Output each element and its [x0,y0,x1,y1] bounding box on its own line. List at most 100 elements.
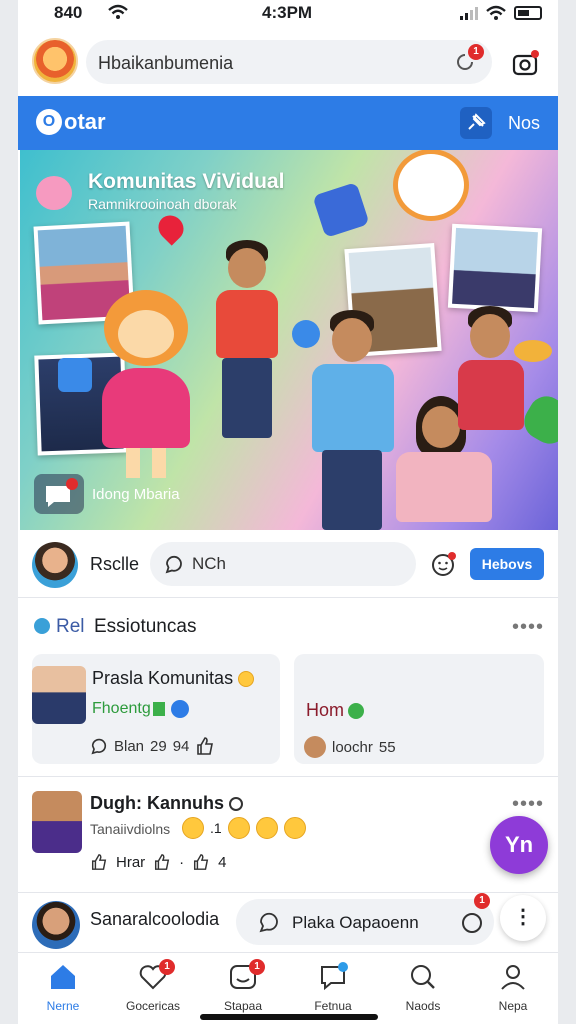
tab-label: Gocericas [125,999,181,1013]
mascot-character [98,290,194,486]
sun-sticker-icon [398,154,464,216]
status-time: 4:3PM [262,3,313,22]
hero-subtitle: Ramnikrooinoah dborak [88,196,237,212]
notification-badge: 1 [468,44,484,60]
post-reactions: .1 [182,817,306,839]
post-author: Sanaralcoolodia [90,909,220,929]
tab-home[interactable]: Nerne [18,961,108,1013]
like-outline-icon[interactable] [192,853,210,871]
bubble-icon [292,320,320,348]
section-header: Rel Essiotuncas •••• [18,604,558,648]
card-subtitle: Fhoentg [92,700,189,718]
tab-search[interactable]: Naods [378,961,468,1013]
feed-post[interactable]: Sanaralcoolodia Plaka Oapaoenn 1 ⋮ [18,892,558,952]
like-icon[interactable] [195,736,215,756]
hero-chat-icon[interactable] [34,474,84,514]
home-indicator[interactable] [200,1014,378,1020]
post-actions: Hrar · 4 [90,853,227,871]
search-icon [407,961,439,993]
logo-mark: O [36,109,62,135]
verified-icon [170,700,189,718]
tab-label: Naods [405,999,441,1013]
smile-box-icon: 1 [227,959,265,993]
heart-icon [153,210,189,246]
post-more-icon[interactable]: •••• [512,793,544,816]
tab-label: Stapaa [223,999,263,1013]
status-icons [460,5,542,21]
comment-icon [259,912,278,933]
section-prefix: Rel [56,616,85,637]
card-title: Prasla Komunitas [92,668,255,689]
post-avatar[interactable] [32,901,80,949]
composer-name: Rsclle [90,554,140,574]
online-indicator-icon [348,703,365,720]
status-bar: 840 4:3PM [18,0,558,28]
chat-bubble-icon [165,555,182,574]
emoji-reaction-icon [227,817,250,839]
wifi-icon [108,4,128,19]
heart-chat-icon: 1 [137,959,175,993]
battery-icon [514,6,542,20]
like-outline-icon[interactable] [153,853,171,871]
like-icon[interactable] [90,853,108,871]
globe-icon [34,618,50,634]
composer-submit-button[interactable]: Hebovs [470,548,544,580]
tab-label: Nepa [498,999,528,1013]
pig-sticker-icon [36,176,72,210]
emoji-icon[interactable] [460,909,486,935]
emoji-icon[interactable] [430,550,458,578]
tab-communities[interactable]: 1 Gocericas [108,959,198,1013]
tab-label: Fetnua [314,999,352,1013]
post-author: Dugh: Kannuhs [90,793,243,814]
kid-figure [212,240,282,450]
card-title: Hom [306,700,365,721]
emoji-reaction-icon [283,817,306,839]
post-subtitle: Tanaiivdiolns [90,821,171,837]
tab-messages[interactable]: Fetnua [288,961,378,1013]
profile-avatar[interactable] [32,38,78,84]
overflow-menu-button[interactable]: ⋮ [500,895,546,941]
search-text: Hbaikanbumenia [98,53,234,73]
community-card[interactable]: Hom loochr 55 [294,654,544,764]
hero-title: Komunitas ViVidual [88,170,285,193]
camera-icon[interactable] [510,48,540,78]
pin-icon [468,113,486,130]
tag-icon [152,702,165,716]
app-logo[interactable]: O otar [36,109,106,135]
post-avatar[interactable] [32,791,82,853]
tab-label: Nerne [46,999,80,1013]
reply-placeholder: Plaka Oapaoenn [292,913,419,932]
hero-banner[interactable]: Komunitas ViVidual Ramnikrooinoah dborak [20,150,558,530]
post-composer: Rsclle NCh Hebovs [18,530,558,598]
card-avatar [32,666,86,724]
feed-post[interactable]: Dugh: Kannuhs Tanaiivdiolns .1 Hrar · 4 … [18,776,558,886]
hero-footer-text: Idong Mbaria [92,486,180,503]
status-time-left: 840 [54,3,83,22]
comment-icon[interactable] [90,737,108,755]
tab-stories[interactable]: 1 Stapaa [198,959,288,1013]
reply-input[interactable]: Plaka Oapaoenn 1 [236,893,494,945]
brand-bar-label[interactable]: Nos [508,113,540,134]
card-meta: loochr 55 [304,736,396,758]
brand-bar: O otar Nos [18,96,558,150]
composer-avatar[interactable] [32,542,78,588]
composer-placeholder: NCh [192,554,227,573]
top-search-row: Hbaikanbumenia 1 [18,36,558,92]
community-card[interactable]: Prasla Komunitas Fhoentg Blan 29 94 [32,654,280,764]
notification-badge: 1 [474,893,490,909]
search-bar[interactable]: Hbaikanbumenia 1 [86,40,492,84]
more-options-icon[interactable]: •••• [512,616,544,639]
kid-figure [456,306,526,456]
cube-icon [312,181,370,239]
status-icon [229,797,243,812]
smile-emoji-icon [238,671,255,688]
pin-button[interactable] [460,107,492,139]
wifi-icon [486,5,506,20]
app-screen: 840 4:3PM Hbaikanbumenia 1 O otar Nos Ko… [18,0,558,1024]
floating-action-button[interactable]: Yn [490,816,548,874]
logo-text: otar [64,109,106,134]
tab-profile[interactable]: Nepa [468,961,558,1013]
mini-avatar [304,736,326,758]
emoji-reaction-icon [255,817,278,839]
composer-input[interactable]: NCh [150,542,416,586]
